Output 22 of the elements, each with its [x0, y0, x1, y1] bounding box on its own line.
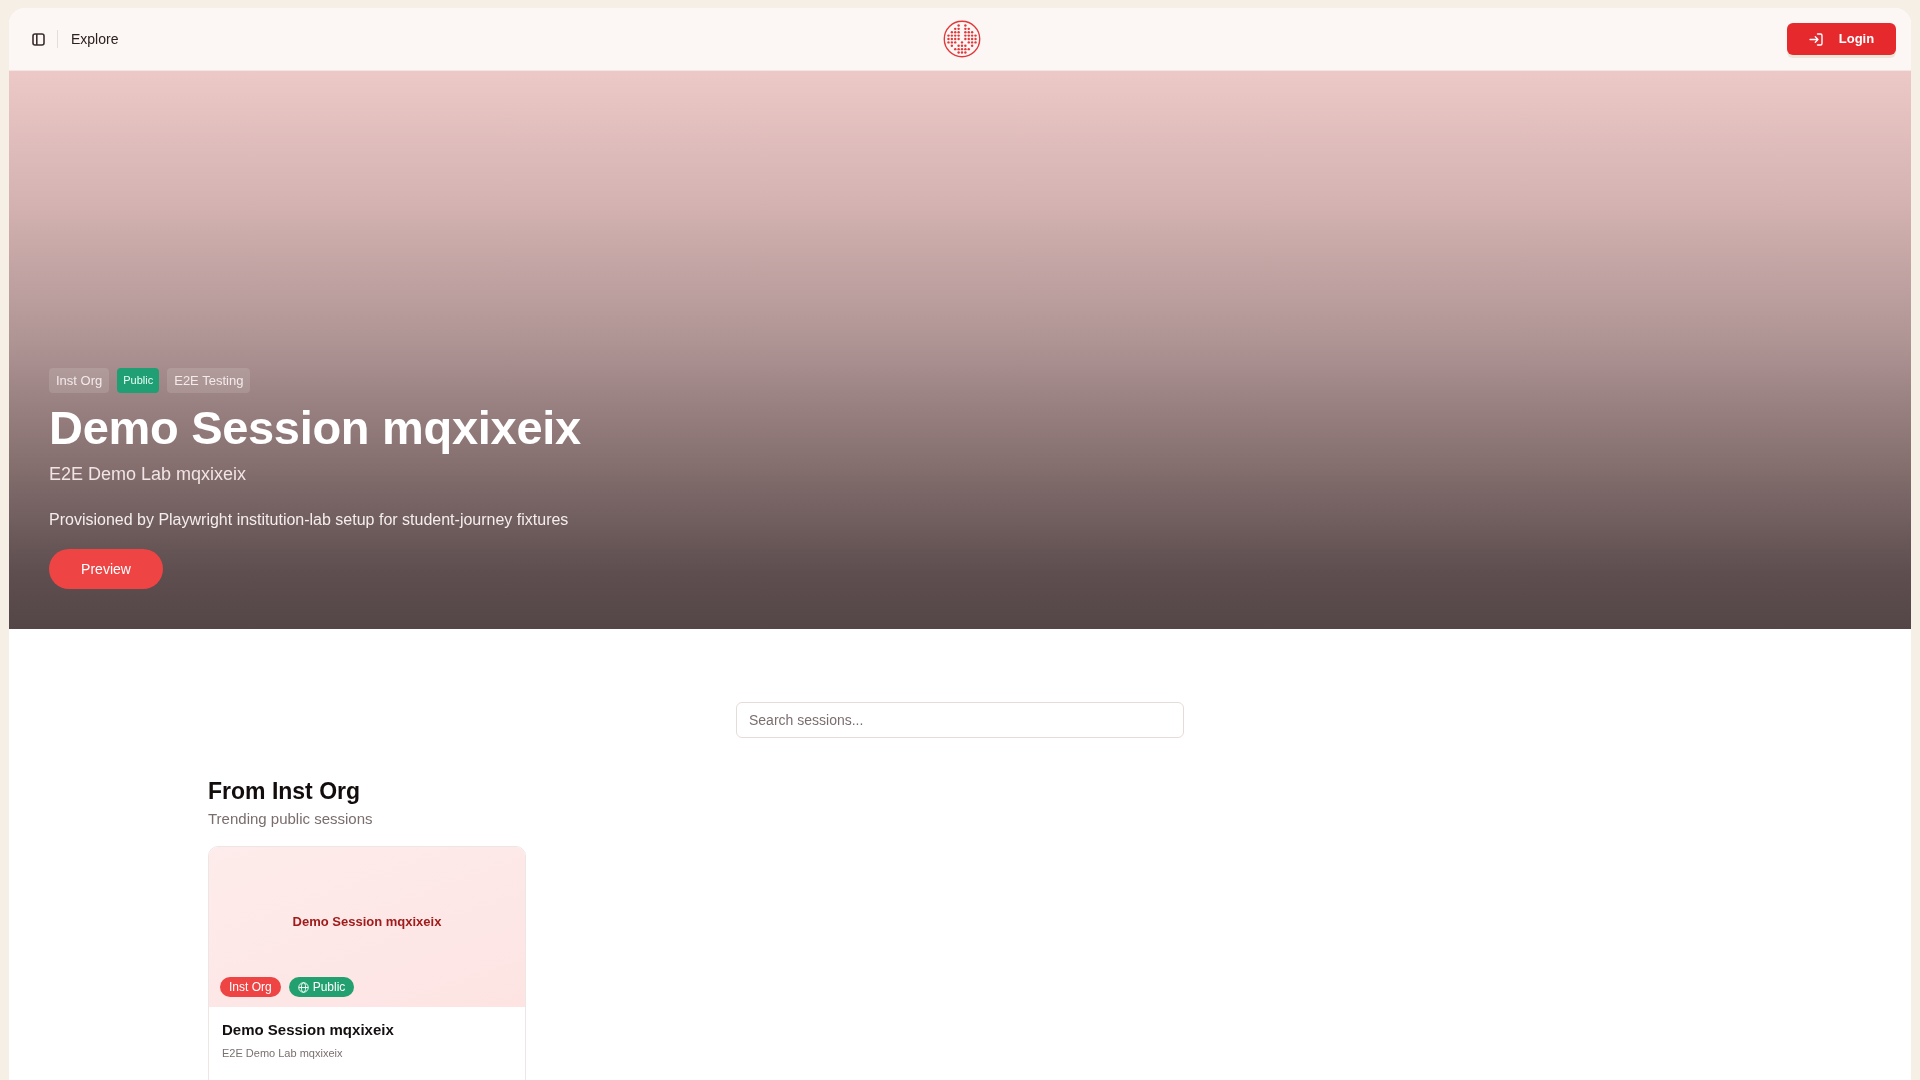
logo-icon — [943, 20, 981, 58]
hero-subtitle: E2E Demo Lab mqxixeix — [49, 463, 248, 486]
section-subtitle: Trending public sessions — [208, 808, 374, 829]
hero-description: Provisioned by Playwright institution-lab setup for student-journey fixtures — [49, 510, 570, 530]
card-subtitle: E2E Demo Lab mqxixeix — [222, 1046, 344, 1062]
section-title: From Inst Org — [208, 778, 362, 806]
session-card[interactable]: Demo Session mqxixeix Inst Org Public Demo Session mqxixeix E2E Demo Lab mqxixeix — [208, 846, 526, 1080]
hero-tag: Public — [117, 367, 160, 393]
cover-title: Demo Session mqxixeix — [292, 913, 442, 932]
card-badge: Public — [288, 977, 355, 998]
sidebar-icon — [32, 32, 45, 46]
card-title: Demo Session mqxixeix — [222, 1021, 395, 1040]
explore-label: Explore — [71, 29, 119, 49]
login-icon — [1808, 32, 1823, 46]
preview-button[interactable]: Preview — [49, 549, 163, 589]
login-button[interactable]: Login — [1787, 23, 1896, 55]
hero-tag: Inst Org — [49, 367, 110, 393]
hero-tag: E2E Testing — [167, 367, 251, 393]
card-badge: Inst Org — [220, 977, 281, 998]
search-field[interactable]: Search sessions... — [736, 702, 1184, 738]
globe-icon — [297, 981, 309, 993]
hero-title: Demo Session mqxixeix — [49, 400, 582, 455]
